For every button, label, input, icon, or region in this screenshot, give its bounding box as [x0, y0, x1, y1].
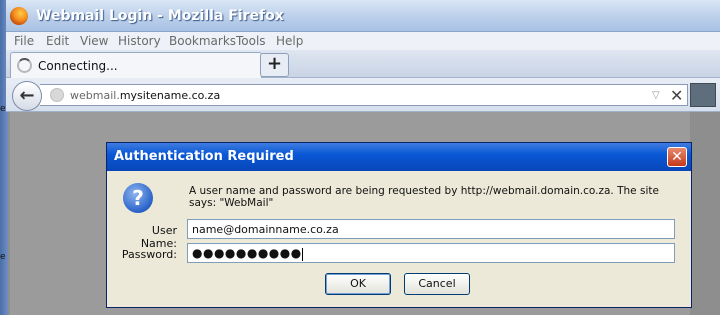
menu-help[interactable]: Help: [276, 34, 303, 48]
password-label: Password:: [121, 248, 177, 261]
menu-bar: File Edit View History Bookmarks Tools H…: [6, 32, 720, 50]
background-text: e: [0, 104, 6, 114]
url-domain: mysitename.co.za: [119, 89, 221, 102]
toolbar-extension-icon[interactable]: [690, 83, 716, 107]
dialog-message: A user name and password are being reque…: [189, 185, 659, 209]
question-icon: ?: [123, 183, 153, 213]
tab-connecting[interactable]: Connecting...: [10, 52, 262, 79]
url-prefix: webmail.: [70, 89, 120, 102]
navigation-bar: webmail.mysitename.co.za ▽ ✕ ←: [6, 78, 720, 112]
username-field[interactable]: name@domainname.co.za: [187, 219, 675, 239]
background-text: e: [0, 252, 6, 262]
close-icon[interactable]: ✕: [667, 147, 687, 167]
menu-file[interactable]: File: [14, 34, 34, 48]
menu-edit[interactable]: Edit: [46, 34, 69, 48]
password-mask: ●●●●●●●●●●: [192, 246, 302, 260]
window-title: Webmail Login - Mozilla Firefox: [36, 8, 284, 24]
menu-view[interactable]: View: [80, 34, 108, 48]
stop-icon[interactable]: ✕: [670, 86, 683, 105]
username-label: User Name:: [140, 224, 177, 250]
text-caret: [301, 247, 303, 261]
new-tab-button[interactable]: +: [260, 53, 289, 77]
tab-strip: Connecting... +: [6, 50, 720, 79]
dialog-title-bar: Authentication Required ✕: [107, 143, 691, 171]
tab-label: Connecting...: [38, 59, 118, 73]
site-identity-icon[interactable]: [50, 88, 64, 102]
authentication-dialog: Authentication Required ✕ ? A user name …: [106, 142, 692, 308]
loading-spinner-icon: [17, 58, 32, 73]
history-dropdown-icon[interactable]: ▽: [652, 90, 660, 101]
ok-button[interactable]: OK: [325, 273, 391, 295]
firefox-logo-icon: [10, 7, 28, 25]
url-bar[interactable]: webmail.mysitename.co.za ▽ ✕: [40, 84, 688, 106]
menu-bookmarks[interactable]: Bookmarks: [169, 34, 236, 48]
back-button[interactable]: ←: [12, 81, 42, 111]
cancel-button[interactable]: Cancel: [404, 273, 470, 295]
url-text: webmail.mysitename.co.za: [70, 89, 220, 102]
menu-tools[interactable]: Tools: [236, 34, 266, 48]
password-field[interactable]: ●●●●●●●●●●: [187, 243, 675, 263]
menu-history[interactable]: History: [118, 34, 161, 48]
window-title-bar: Webmail Login - Mozilla Firefox: [6, 0, 720, 32]
dialog-title: Authentication Required: [114, 149, 294, 164]
